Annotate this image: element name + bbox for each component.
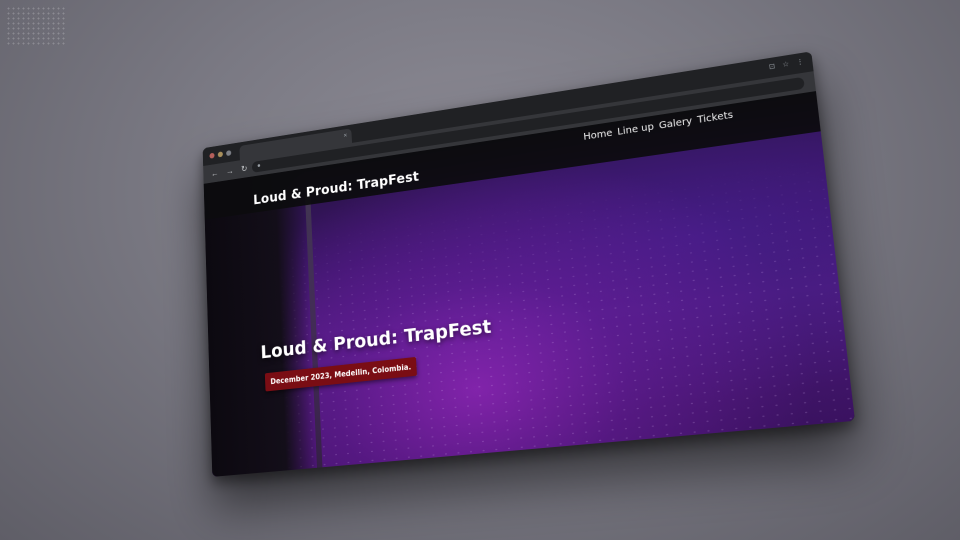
star-icon[interactable]: ☆ <box>782 60 789 69</box>
mockup-stage: × ⊡ ☆ ⋮ ← → ↻ ● Loud & Proud: TrapFest H… <box>0 0 960 540</box>
nav-link-galery[interactable]: Galery <box>658 116 692 132</box>
nav-link-home[interactable]: Home <box>583 128 613 143</box>
window-controls <box>209 150 232 159</box>
minimize-window-button[interactable] <box>217 151 223 158</box>
nav-link-tickets[interactable]: Tickets <box>697 110 734 126</box>
lock-icon: ● <box>257 162 261 170</box>
browser-extension-icons: ⊡ ☆ ⋮ <box>768 58 805 71</box>
tab-close-icon[interactable]: × <box>343 131 347 143</box>
close-window-button[interactable] <box>209 152 215 159</box>
nav-link-line-up[interactable]: Line up <box>617 122 655 138</box>
extension-icon[interactable]: ⊡ <box>768 62 776 71</box>
back-icon[interactable]: ← <box>211 168 219 179</box>
reload-icon[interactable]: ↻ <box>241 163 248 174</box>
forward-icon[interactable]: → <box>226 165 234 176</box>
maximize-window-button[interactable] <box>226 150 232 157</box>
browser-window: × ⊡ ☆ ⋮ ← → ↻ ● Loud & Proud: TrapFest H… <box>202 51 856 477</box>
menu-icon[interactable]: ⋮ <box>796 58 804 67</box>
